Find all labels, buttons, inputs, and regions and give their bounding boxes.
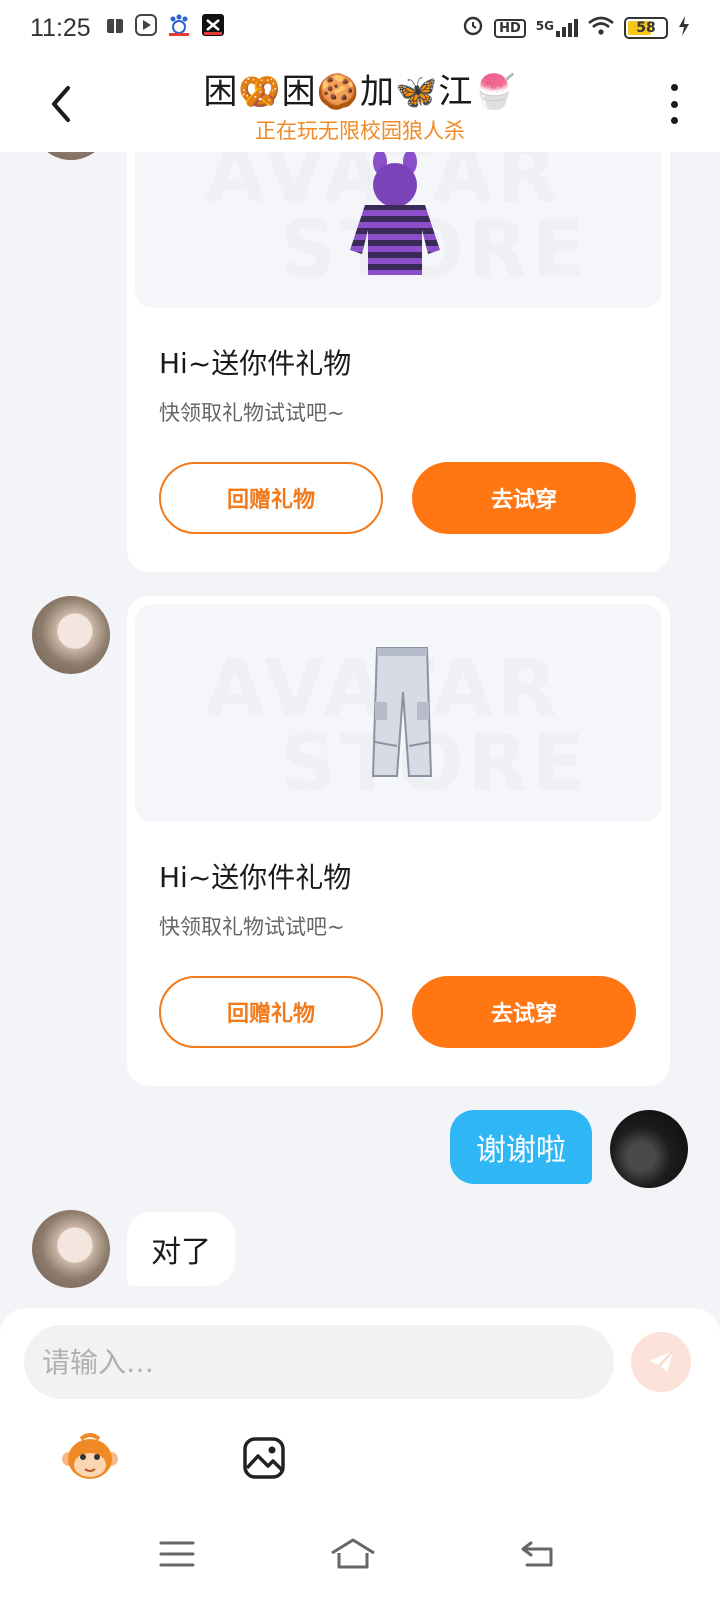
image-button[interactable] — [234, 1428, 294, 1488]
menu-icon — [159, 1541, 195, 1567]
back-arrow-icon — [521, 1541, 553, 1567]
gift-card-title: Hi~送你件礼物 — [159, 861, 352, 894]
gift-card-title: Hi~送你件礼物 — [159, 347, 352, 380]
try-on-button[interactable]: 去试穿 — [412, 976, 636, 1048]
more-dot — [670, 117, 678, 124]
return-gift-button[interactable]: 回赠礼物 — [159, 462, 383, 534]
monkey-face-icon — [62, 1433, 118, 1479]
more-dot — [670, 100, 678, 108]
status-bar: 11:25 HD 5G 58 — [0, 0, 720, 56]
image-icon — [243, 1437, 285, 1479]
return-gift-button[interactable]: 回赠礼物 — [159, 976, 383, 1048]
title-block: 困🥨困🍪加🦋江🍧 正在玩无限校园狼人杀 — [0, 64, 720, 145]
paper-plane-icon — [649, 1350, 674, 1373]
book-icon — [105, 14, 125, 42]
charging-icon — [678, 14, 690, 42]
hoodie-icon — [350, 152, 440, 275]
signal-label: 5G — [535, 19, 554, 33]
more-options-button[interactable] — [666, 84, 682, 124]
signal-icon: 5G — [536, 19, 578, 37]
hd-badge: HD — [494, 18, 526, 38]
contact-avatar[interactable] — [32, 152, 110, 160]
battery-level: 58 — [636, 20, 656, 36]
status-time: 11:25 — [30, 13, 91, 42]
my-avatar[interactable] — [610, 1110, 688, 1188]
back-nav-button[interactable] — [512, 1534, 562, 1574]
received-message-bubble[interactable]: 对了 — [127, 1212, 235, 1286]
gift-image: AVATAR STORE — [135, 604, 662, 822]
sticker-button[interactable] — [60, 1428, 120, 1488]
chat-header: 困🥨困🍪加🦋江🍧 正在玩无限校园狼人杀 — [0, 56, 720, 152]
gift-image: AVATAR STORE — [135, 152, 662, 308]
more-dot — [670, 84, 678, 91]
cargo-pants-icon — [371, 647, 433, 777]
chat-messages[interactable]: AVATAR STORE Hi~送你件礼物 快领取礼物试试吧~ 回赠礼物 去试穿… — [0, 152, 720, 1308]
gift-card: AVATAR STORE Hi~送你件礼物 快领取礼物试试吧~ 回赠礼物 去试穿 — [127, 152, 670, 572]
contact-avatar[interactable] — [32, 1210, 110, 1288]
composer-panel — [0, 1308, 720, 1600]
status-right-group: HD 5G 58 — [462, 14, 690, 42]
gift-card-subtitle: 快领取礼物试试吧~ — [159, 915, 345, 939]
chat-subtitle: 正在玩无限校园狼人杀 — [255, 119, 465, 143]
chat-title: 困🥨困🍪加🦋江🍧 — [203, 72, 517, 112]
gift-card: AVATAR STORE Hi~送你件礼物 快领取礼物试试吧~ 回赠礼物 去试穿 — [127, 596, 670, 1086]
message-input[interactable] — [24, 1325, 614, 1399]
wifi-icon — [588, 14, 614, 42]
try-on-button[interactable]: 去试穿 — [412, 462, 636, 534]
paw-app-icon — [167, 13, 191, 43]
capcut-app-icon — [201, 13, 225, 43]
gift-card-subtitle: 快领取礼物试试吧~ — [159, 401, 345, 425]
battery-icon: 58 — [624, 17, 668, 39]
send-button[interactable] — [631, 1332, 691, 1392]
home-nav-button[interactable] — [328, 1534, 378, 1574]
contact-avatar[interactable] — [32, 596, 110, 674]
home-icon — [331, 1538, 375, 1569]
menu-nav-button[interactable] — [152, 1534, 202, 1574]
video-app-icon — [134, 14, 157, 42]
sent-message-bubble[interactable]: 谢谢啦 — [450, 1110, 592, 1184]
alarm-icon — [462, 14, 484, 42]
